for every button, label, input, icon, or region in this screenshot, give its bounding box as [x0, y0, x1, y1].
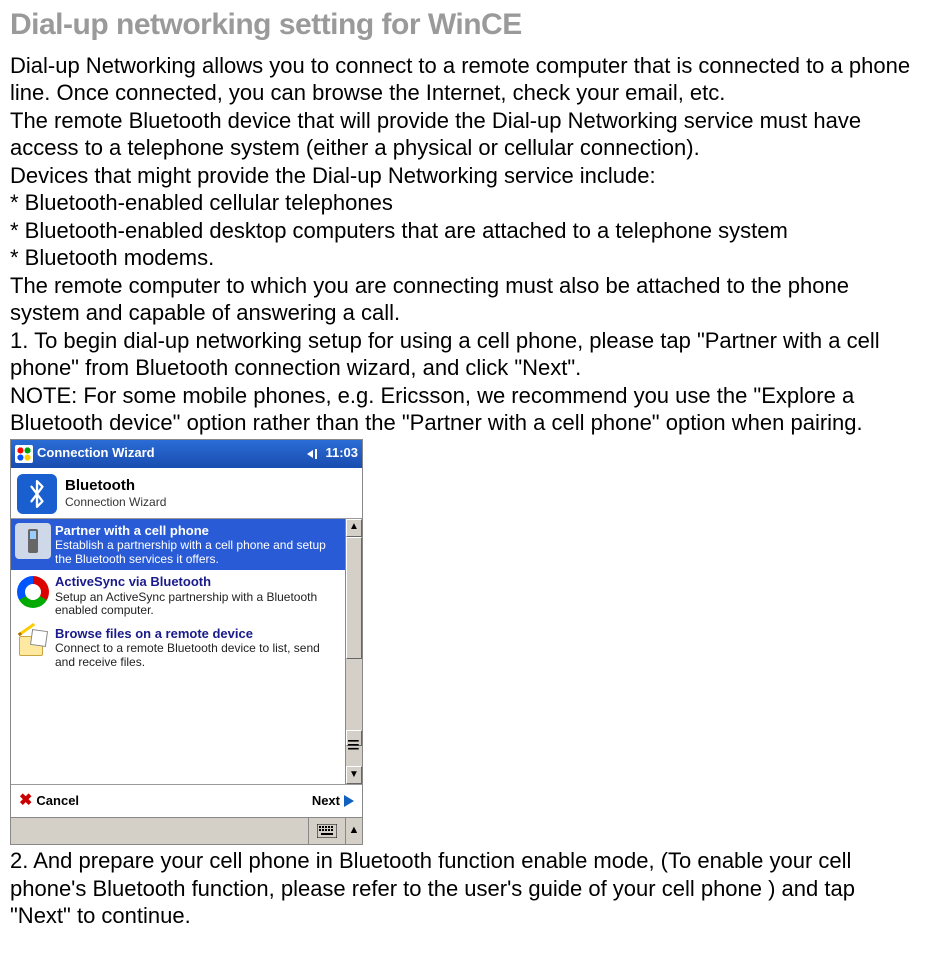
- bullet-3: * Bluetooth modems.: [10, 244, 918, 272]
- wince-screenshot: Connection Wizard 11:03 Bluetooth Connec…: [10, 439, 363, 846]
- scrollbar[interactable]: ▲ ≡ ▼: [345, 519, 362, 785]
- option-desc: Establish a partnership with a cell phon…: [55, 539, 341, 567]
- option-title: Browse files on a remote device: [55, 626, 341, 642]
- keyboard-button[interactable]: [308, 818, 345, 844]
- wizard-header: Bluetooth Connection Wizard: [11, 468, 362, 518]
- wizard-header-title: Bluetooth: [65, 477, 166, 496]
- option-browse-files[interactable]: Browse files on a remote device Connect …: [11, 622, 345, 674]
- arrow-right-icon: [344, 795, 354, 807]
- step-1: 1. To begin dial-up networking setup for…: [10, 327, 918, 382]
- next-button[interactable]: Next: [312, 793, 354, 809]
- intro-paragraph-4: The remote computer to which you are con…: [10, 272, 918, 327]
- window-titlebar: Connection Wizard 11:03: [11, 440, 362, 468]
- option-desc: Setup an ActiveSync partnership with a B…: [55, 591, 341, 619]
- cell-phone-icon: [15, 523, 51, 559]
- next-label: Next: [312, 793, 340, 809]
- close-icon: ✖: [19, 791, 32, 811]
- bullet-2: * Bluetooth-enabled desktop computers th…: [10, 217, 918, 245]
- scroll-track[interactable]: ≡: [346, 537, 362, 767]
- volume-icon[interactable]: [307, 447, 321, 461]
- wizard-option-list: Partner with a cell phone Establish a pa…: [11, 519, 345, 785]
- option-title: Partner with a cell phone: [55, 523, 341, 539]
- option-partner-cell-phone[interactable]: Partner with a cell phone Establish a pa…: [11, 519, 345, 571]
- note-1: NOTE: For some mobile phones, e.g. Erics…: [10, 382, 918, 437]
- option-title: ActiveSync via Bluetooth: [55, 574, 341, 590]
- page-title: Dial-up networking setting for WinCE: [10, 6, 918, 44]
- sip-up-button[interactable]: ▲: [345, 818, 362, 844]
- option-desc: Connect to a remote Bluetooth device to …: [55, 642, 341, 670]
- intro-paragraph-2: The remote Bluetooth device that will pr…: [10, 107, 918, 162]
- option-activesync[interactable]: ActiveSync via Bluetooth Setup an Active…: [11, 570, 345, 622]
- intro-paragraph-1: Dial-up Networking allows you to connect…: [10, 52, 918, 107]
- clock-time[interactable]: 11:03: [325, 445, 358, 461]
- wizard-bottom-bar: ✖ Cancel Next: [11, 784, 362, 817]
- activesync-icon: [15, 574, 51, 610]
- scroll-marker: ≡: [346, 730, 362, 746]
- sip-bar: ▲: [11, 817, 362, 844]
- step-2: 2. And prepare your cell phone in Blueto…: [10, 847, 918, 930]
- bluetooth-icon: [17, 474, 57, 514]
- start-flag-icon[interactable]: [15, 445, 33, 463]
- browse-files-icon: [15, 626, 51, 662]
- window-title: Connection Wizard: [37, 445, 155, 461]
- scroll-down-button[interactable]: ▼: [346, 766, 362, 784]
- cancel-button[interactable]: ✖ Cancel: [19, 791, 79, 811]
- cancel-label: Cancel: [36, 793, 79, 809]
- wizard-header-subtitle: Connection Wizard: [65, 495, 166, 510]
- intro-paragraph-3: Devices that might provide the Dial-up N…: [10, 162, 918, 190]
- scroll-thumb[interactable]: [346, 537, 362, 659]
- bullet-1: * Bluetooth-enabled cellular telephones: [10, 189, 918, 217]
- scroll-up-button[interactable]: ▲: [346, 519, 362, 537]
